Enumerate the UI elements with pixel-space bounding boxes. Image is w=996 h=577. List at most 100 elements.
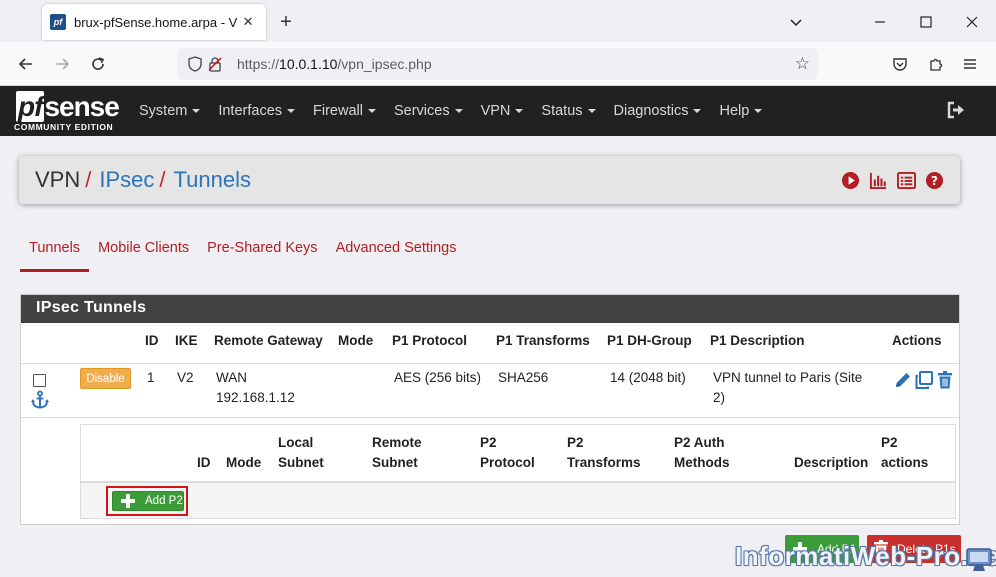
url-text: https://10.0.1.10/vpn_ipsec.php <box>237 56 432 72</box>
trash-delete-icon[interactable] <box>935 370 955 390</box>
tab-list-chevron-icon[interactable] <box>782 8 810 36</box>
pencil-edit-icon[interactable] <box>893 370 913 390</box>
play-circle-icon[interactable] <box>840 170 860 190</box>
forward-arrow-icon[interactable] <box>48 50 76 78</box>
cell-id: 1 <box>147 370 155 385</box>
cell-gateway-address: 192.168.1.12 <box>216 390 295 405</box>
tab-pre-shared-keys[interactable]: Pre-Shared Keys <box>198 232 326 272</box>
menu-status[interactable]: Status <box>532 86 604 136</box>
tab-mobile-clients[interactable]: Mobile Clients <box>89 232 198 272</box>
menu-system[interactable]: System <box>130 86 209 136</box>
reload-icon[interactable] <box>84 50 112 78</box>
log-list-icon[interactable] <box>896 170 916 190</box>
menu-firewall[interactable]: Firewall <box>304 86 385 136</box>
logo-edition: COMMUNITY EDITION <box>14 122 114 132</box>
address-bar[interactable]: https://10.0.1.10/vpn_ipsec.php ☆ <box>177 48 818 80</box>
p2-col-actions-line1: P2 <box>881 435 898 450</box>
p2-col-local-line2: Subnet <box>278 455 324 470</box>
logo-main-text: sense <box>44 91 119 122</box>
menu-label: Status <box>541 103 583 119</box>
main-menu: System Interfaces Firewall Services VPN … <box>130 86 771 136</box>
browser-tab[interactable]: pf brux-pfSense.home.arpa - VPN: IPsec ✕ <box>42 4 266 40</box>
breadcrumb-separator: / <box>159 167 166 192</box>
p2-col-local-line1: Local <box>278 435 314 450</box>
plus-icon <box>119 494 137 508</box>
col-p1-transforms: P1 Transforms <box>496 333 590 348</box>
cell-description-line1: VPN tunnel to Paris (Site <box>713 370 863 385</box>
menu-diagnostics[interactable]: Diagnostics <box>605 86 711 136</box>
cell-description-line2: 2) <box>713 390 726 405</box>
logout-icon[interactable] <box>946 100 968 122</box>
caret-down-icon <box>693 109 702 113</box>
phase2-table: ID Mode Local Subnet Remote Subnet P2 Pr… <box>80 424 956 519</box>
anchor-icon[interactable] <box>30 390 50 410</box>
browser-toolbar: https://10.0.1.10/vpn_ipsec.php ☆ <box>0 42 996 86</box>
caret-down-icon <box>454 109 463 113</box>
p2-col-id: ID <box>197 455 211 470</box>
bookmark-star-icon[interactable]: ☆ <box>795 54 810 74</box>
tab-close-icon[interactable]: ✕ <box>238 12 258 32</box>
col-p1-protocol: P1 Protocol <box>392 333 468 348</box>
new-tab-plus-icon[interactable]: + <box>274 10 298 34</box>
breadcrumb-shortcuts: ? <box>840 170 944 190</box>
extensions-puzzle-icon[interactable] <box>922 50 950 78</box>
col-mode: Mode <box>338 333 374 348</box>
col-p1-description: P1 Description <box>710 333 805 348</box>
shield-icon[interactable] <box>185 54 205 74</box>
tab-title: brux-pfSense.home.arpa - VPN: IPsec <box>74 14 238 30</box>
menu-help[interactable]: Help <box>710 86 771 136</box>
cell-p1-protocol: AES (256 bits) <box>394 370 482 385</box>
col-p1-dh-group: P1 DH-Group <box>607 333 692 348</box>
caret-down-icon <box>754 109 763 113</box>
pocket-icon[interactable] <box>886 50 914 78</box>
disable-button[interactable]: Disable <box>80 368 131 389</box>
menu-vpn[interactable]: VPN <box>472 86 533 136</box>
select-checkbox[interactable] <box>33 374 46 387</box>
panel-title: IPsec Tunnels <box>21 295 959 323</box>
breadcrumb-tunnels[interactable]: Tunnels <box>174 167 251 193</box>
col-id: ID <box>145 333 159 348</box>
back-arrow-icon[interactable] <box>12 50 40 78</box>
cell-p1-dh-group: 14 (2048 bit) <box>610 370 686 385</box>
p2-col-protocol-line1: P2 <box>480 435 497 450</box>
add-p2-button[interactable]: Add P2 <box>112 491 184 511</box>
breadcrumb-ipsec[interactable]: IPsec <box>99 167 154 193</box>
maximize-icon[interactable] <box>912 8 940 36</box>
cell-ike: V2 <box>177 370 194 385</box>
phase2-area: ID Mode Local Subnet Remote Subnet P2 Pr… <box>21 417 959 524</box>
pfsense-navbar: pfsense COMMUNITY EDITION System Interfa… <box>0 86 996 136</box>
watermark-text: InformatiWeb-Pro.net <box>735 541 996 571</box>
svg-text:?: ? <box>930 173 937 187</box>
tab-advanced-settings[interactable]: Advanced Settings <box>327 232 466 272</box>
cell-gateway-interface: WAN <box>216 370 247 385</box>
help-circle-icon[interactable]: ? <box>924 170 944 190</box>
menu-services[interactable]: Services <box>385 86 472 136</box>
p2-col-description: Description <box>794 455 869 470</box>
monitor-logo-icon <box>964 546 994 574</box>
add-p2-label: Add P2 <box>145 495 183 507</box>
lock-icon[interactable] <box>205 54 225 74</box>
menu-label: Diagnostics <box>613 103 689 119</box>
menu-label: VPN <box>480 103 511 119</box>
bar-chart-icon[interactable] <box>868 170 888 190</box>
logo-wordmark: pfsense <box>16 91 120 122</box>
close-window-icon[interactable] <box>958 8 986 36</box>
p2-col-actions-line2: actions <box>881 455 929 470</box>
caret-down-icon <box>287 109 296 113</box>
caret-down-icon <box>367 109 376 113</box>
ipsec-tunnels-panel: IPsec Tunnels ID IKE Remote Gateway Mode… <box>20 294 960 525</box>
pfsense-logo[interactable]: pfsense COMMUNITY EDITION <box>14 91 124 132</box>
hamburger-menu-icon[interactable] <box>956 50 984 78</box>
browser-tab-bar: pf brux-pfSense.home.arpa - VPN: IPsec ✕… <box>0 0 996 42</box>
url-path: /vpn_ipsec.php <box>337 56 432 72</box>
tab-tunnels[interactable]: Tunnels <box>20 232 90 272</box>
breadcrumb-separator: / <box>85 167 92 192</box>
col-remote-gateway: Remote Gateway <box>214 333 323 348</box>
pfsense-favicon-icon: pf <box>50 14 66 30</box>
copy-clone-icon[interactable] <box>914 370 934 390</box>
minimize-icon[interactable] <box>866 8 894 36</box>
menu-label: System <box>139 103 188 119</box>
menu-interfaces[interactable]: Interfaces <box>209 86 304 136</box>
menu-label: Interfaces <box>218 103 283 119</box>
logo-prefix: pf <box>16 91 45 122</box>
